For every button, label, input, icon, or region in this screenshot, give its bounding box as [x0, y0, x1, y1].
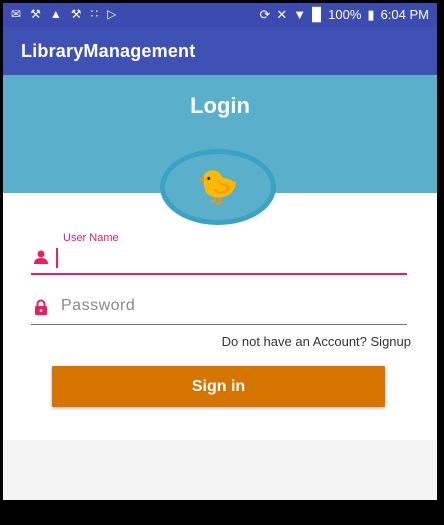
username-underline: [31, 273, 407, 275]
username-input[interactable]: [61, 241, 401, 271]
sign-in-button[interactable]: Sign in: [52, 366, 385, 407]
battery-percent: 100%: [328, 7, 362, 22]
app-title: LibraryManagement: [21, 41, 196, 61]
warning-icon: ▲: [49, 7, 62, 21]
notification-icons: ✉ ⚒ ▲ ⚒ ∷ ▷: [11, 7, 116, 21]
cast-icon: ▷: [107, 7, 117, 21]
wrench-icon: ⚒: [70, 7, 82, 21]
mute-icon: ✕: [276, 7, 288, 22]
lock-icon: [35, 299, 47, 315]
battery-icon: ▮: [367, 7, 375, 22]
signal-icon: ▉: [312, 7, 323, 22]
bottom-area: [3, 440, 437, 500]
avatar: 🐤: [160, 149, 276, 225]
username-field-container: [31, 241, 407, 275]
system-icons: ⟳ ✕ ▼ ▉ 100% ▮ 6:04 PM: [259, 7, 429, 22]
signup-link[interactable]: Do not have an Account? Signup: [222, 334, 411, 349]
login-title: Login: [190, 93, 250, 118]
clock: 6:04 PM: [380, 7, 429, 22]
wifi-icon: ▼: [293, 7, 307, 22]
chick-icon: 🐤: [168, 157, 268, 217]
sync-icon: ⟳: [259, 7, 271, 22]
wrench-icon: ⚒: [30, 7, 41, 21]
message-icon: ✉: [11, 7, 22, 21]
text-caret: [56, 248, 58, 268]
person-icon: [34, 250, 48, 264]
password-input[interactable]: [61, 291, 401, 321]
status-bar: ✉ ⚒ ▲ ⚒ ∷ ▷ ⟳ ✕ ▼ ▉ 100% ▮ 6:04 PM: [3, 3, 437, 27]
password-underline: [31, 324, 407, 325]
phone-screen: ✉ ⚒ ▲ ⚒ ∷ ▷ ⟳ ✕ ▼ ▉ 100% ▮ 6:04 PM Libra…: [3, 3, 437, 500]
password-field-container: [31, 291, 407, 325]
app-bar: LibraryManagement: [3, 27, 437, 75]
dots-icon: ∷: [90, 7, 99, 21]
